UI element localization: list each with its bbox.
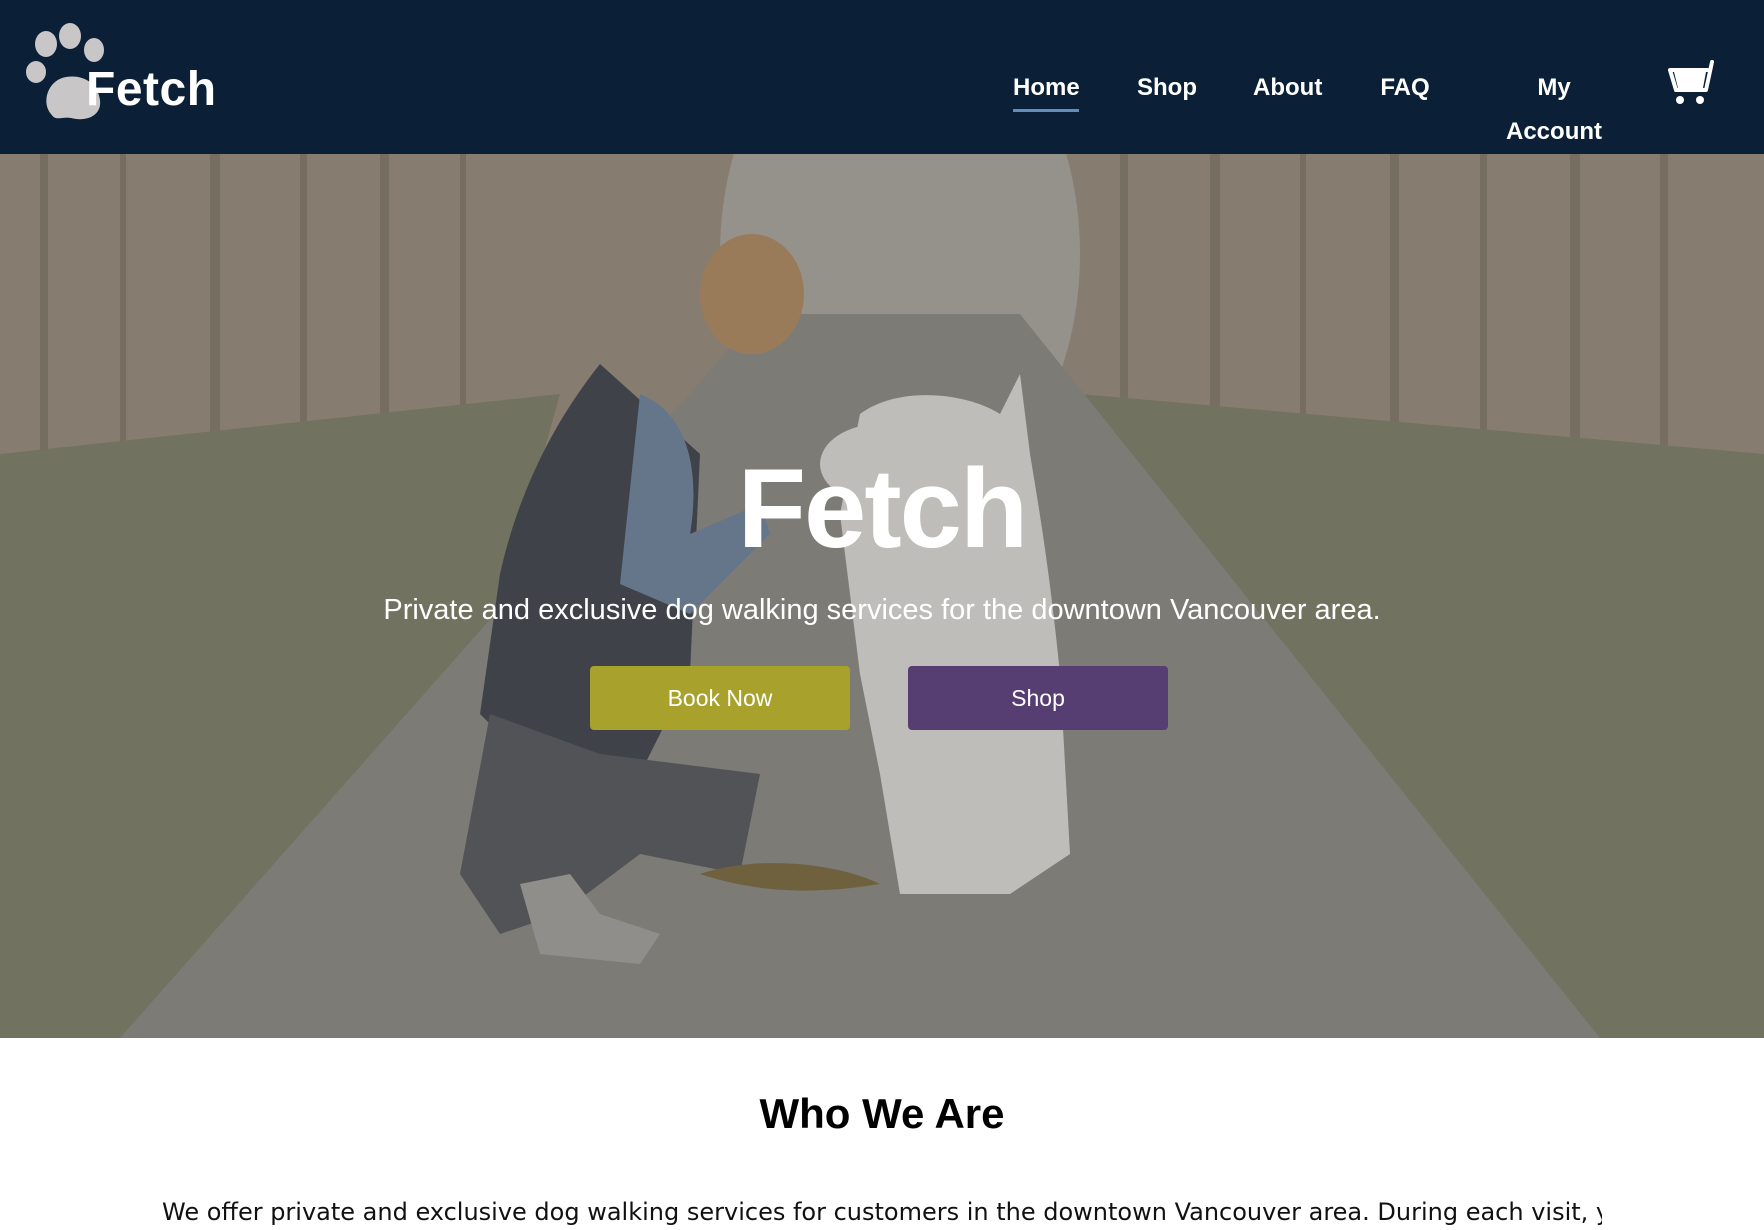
logo[interactable]: Fetch bbox=[26, 22, 226, 127]
nav-about[interactable]: About bbox=[1253, 66, 1322, 110]
hero: Fetch Private and exclusive dog walking … bbox=[0, 154, 1764, 1038]
nav-my-account[interactable]: My Account bbox=[1487, 66, 1621, 145]
section-text: We offer private and exclusive dog walki… bbox=[162, 1198, 1602, 1226]
book-now-button[interactable]: Book Now bbox=[590, 666, 850, 730]
logo-text: Fetch bbox=[86, 63, 217, 116]
hero-subtitle: Private and exclusive dog walking servic… bbox=[383, 594, 1381, 626]
nav-faq[interactable]: FAQ bbox=[1379, 66, 1431, 110]
section-title: Who We Are bbox=[759, 1090, 1005, 1137]
shopping-cart-icon[interactable] bbox=[1666, 58, 1718, 108]
nav-shop[interactable]: Shop bbox=[1137, 66, 1197, 110]
site-header: Fetch Home Shop About FAQ My Account bbox=[0, 0, 1764, 154]
hero-shop-button[interactable]: Shop bbox=[908, 666, 1168, 730]
hero-title: Fetch bbox=[737, 446, 1029, 571]
nav-home[interactable]: Home bbox=[1013, 66, 1080, 112]
